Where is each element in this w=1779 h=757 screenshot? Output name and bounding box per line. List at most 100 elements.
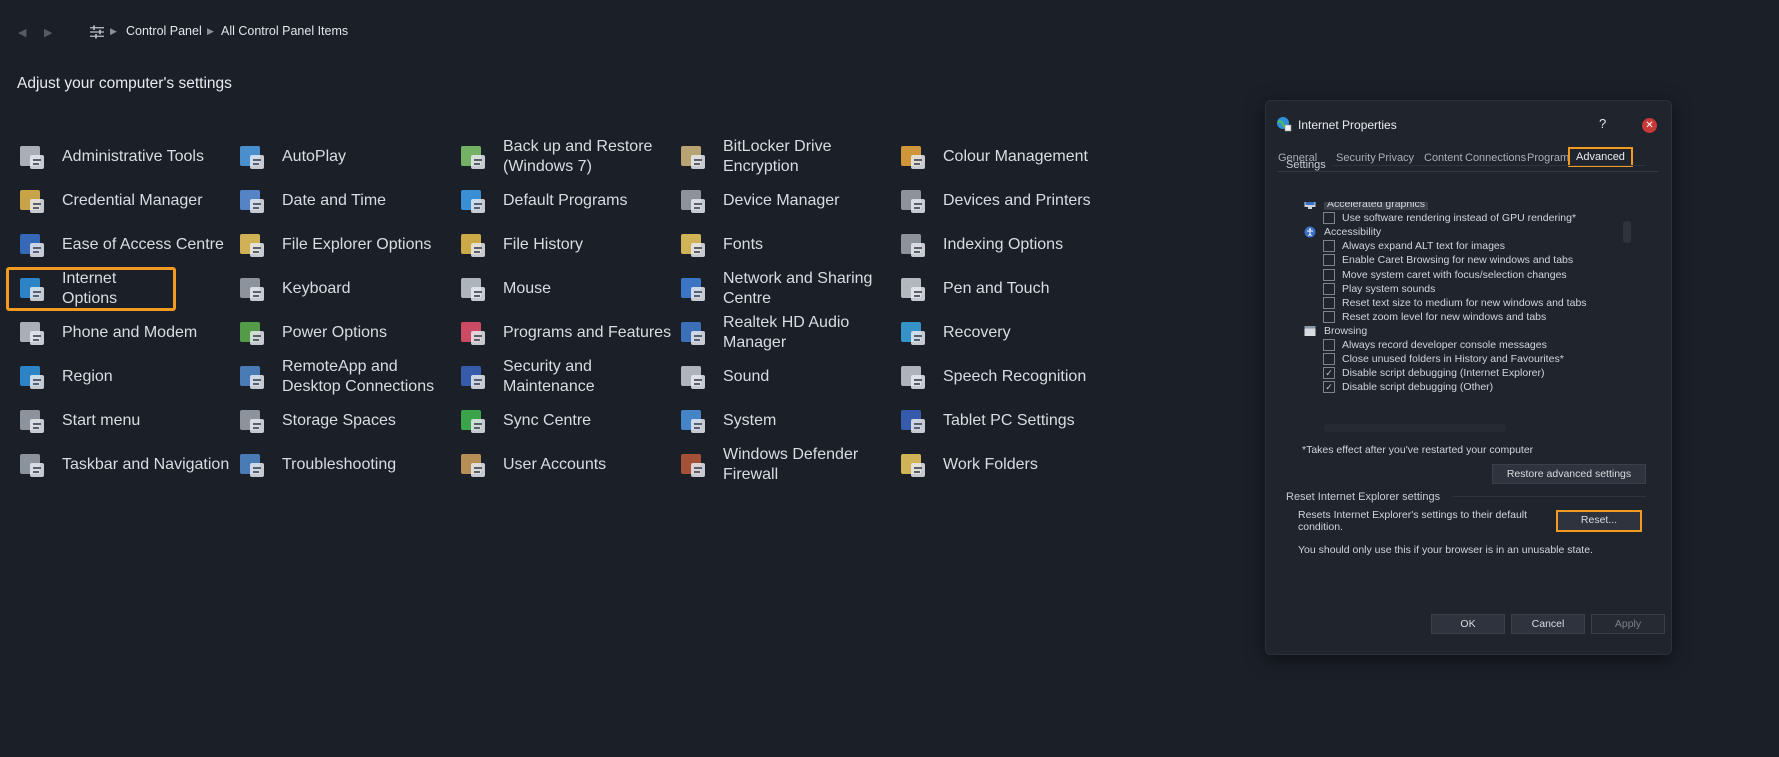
checkbox[interactable] (1323, 339, 1335, 351)
item-keyboard[interactable]: Keyboard (228, 266, 468, 312)
item-back-up-and-restore-windows-7[interactable]: Back up and Restore (Windows 7) (449, 134, 689, 180)
tab-content[interactable]: Content (1424, 152, 1463, 164)
indexing-options-icon (897, 229, 929, 261)
item-security-and-maintenance[interactable]: Security and Maintenance (449, 354, 689, 400)
item-remoteapp-and-desktop-connections[interactable]: RemoteApp and Desktop Connections (228, 354, 468, 400)
vertical-scrollbar[interactable] (1623, 221, 1631, 243)
ok-button[interactable]: OK (1431, 614, 1505, 634)
back-up-and-restore-windows-7-icon (457, 141, 489, 173)
storage-spaces-icon (236, 405, 268, 437)
forward-arrow-icon[interactable]: ▶ (44, 26, 52, 39)
checkbox[interactable]: ✓ (1323, 367, 1335, 380)
item-internet-options[interactable]: Internet Options (6, 267, 176, 311)
work-folders-icon (897, 449, 929, 481)
item-windows-defender-firewall[interactable]: Windows Defender Firewall (669, 442, 909, 488)
dialog-title: Internet Properties (1298, 118, 1397, 132)
item-label: Devices and Printers (943, 192, 1091, 209)
checkbox[interactable] (1323, 254, 1335, 267)
advanced-settings-tree[interactable]: Accelerated graphics Use software renderi… (1304, 202, 1644, 402)
item-sound[interactable]: Sound (669, 354, 909, 400)
cancel-button[interactable]: Cancel (1511, 614, 1585, 634)
item-fonts[interactable]: Fonts (669, 222, 909, 268)
item-devices-and-printers[interactable]: Devices and Printers (889, 178, 1129, 224)
item-work-folders[interactable]: Work Folders (889, 442, 1129, 488)
checkbox[interactable] (1323, 310, 1335, 323)
item-file-explorer-options[interactable]: File Explorer Options (228, 222, 468, 268)
tab-security[interactable]: Security (1336, 152, 1376, 164)
taskbar-and-navigation-icon (16, 449, 48, 481)
item-user-accounts[interactable]: User Accounts (449, 442, 689, 488)
item-label: Speech Recognition (943, 368, 1087, 385)
close-icon[interactable]: ✕ (1642, 118, 1657, 133)
item-pen-and-touch[interactable]: Pen and Touch (889, 266, 1129, 312)
chevron-right-icon: ▶ (207, 26, 214, 36)
file-history-icon (457, 229, 489, 261)
item-device-manager[interactable]: Device Manager (669, 178, 909, 224)
item-indexing-options[interactable]: Indexing Options (889, 222, 1129, 268)
item-administrative-tools[interactable]: Administrative Tools (8, 134, 248, 180)
item-phone-and-modem[interactable]: Phone and Modem (8, 310, 248, 356)
item-label: RemoteApp and Desktop Connections (282, 358, 435, 395)
item-file-history[interactable]: File History (449, 222, 689, 268)
item-colour-management[interactable]: Colour Management (889, 134, 1129, 180)
realtek-hd-audio-manager-icon (677, 317, 709, 349)
checkbox[interactable] (1323, 353, 1335, 366)
item-system[interactable]: System (669, 398, 909, 444)
setting-label: Use software rendering instead of GPU re… (1342, 212, 1577, 225)
checkbox[interactable] (1323, 240, 1335, 253)
breadcrumb-control-panel[interactable]: Control Panel (126, 24, 202, 38)
item-autoplay[interactable]: AutoPlay (228, 134, 468, 180)
setting-label: Play system sounds (1342, 282, 1436, 295)
item-ease-of-access-centre[interactable]: Ease of Access Centre (8, 222, 248, 268)
item-date-and-time[interactable]: Date and Time (228, 178, 468, 224)
window-icon (1304, 325, 1316, 336)
item-storage-spaces[interactable]: Storage Spaces (228, 398, 468, 444)
item-label: Region (62, 368, 113, 385)
help-button[interactable]: ? (1599, 116, 1606, 131)
control-panel-icon[interactable] (89, 24, 105, 40)
checkbox[interactable]: ✓ (1323, 381, 1335, 394)
item-region[interactable]: Region (8, 354, 248, 400)
item-programs-and-features[interactable]: Programs and Features (449, 310, 689, 356)
item-label: Back up and Restore (Windows 7) (503, 138, 653, 175)
item-bitlocker-drive-encryption[interactable]: BitLocker Drive Encryption (669, 134, 909, 180)
file-explorer-options-icon (236, 229, 268, 261)
item-realtek-hd-audio-manager[interactable]: Realtek HD Audio Manager (669, 310, 909, 356)
back-arrow-icon[interactable]: ◀ (18, 26, 26, 39)
item-recovery[interactable]: Recovery (889, 310, 1129, 356)
item-label: Credential Manager (62, 192, 203, 209)
horizontal-scrollbar[interactable] (1324, 424, 1506, 432)
item-network-and-sharing-centre[interactable]: Network and Sharing Centre (669, 266, 909, 312)
tab-advanced[interactable]: Advanced (1568, 147, 1633, 167)
item-credential-manager[interactable]: Credential Manager (8, 178, 248, 224)
checkbox[interactable] (1323, 268, 1335, 281)
setting-label: Disable script debugging (Internet Explo… (1342, 367, 1545, 380)
apply-button[interactable]: Apply (1591, 614, 1665, 634)
item-taskbar-and-navigation[interactable]: Taskbar and Navigation (8, 442, 248, 488)
item-speech-recognition[interactable]: Speech Recognition (889, 354, 1129, 400)
control-panel-items: Administrative Tools AutoPlay Back up and … (6, 138, 1260, 539)
tab-connections[interactable]: Connections (1465, 152, 1526, 164)
tab-divider (1278, 171, 1658, 172)
setting-disable-script-debugging-other[interactable]: ✓ Disable script debugging (Other) (1323, 379, 1493, 395)
item-troubleshooting[interactable]: Troubleshooting (228, 442, 468, 488)
item-mouse[interactable]: Mouse (449, 266, 689, 312)
checkbox[interactable] (1323, 296, 1335, 309)
item-sync-centre[interactable]: Sync Centre (449, 398, 689, 444)
item-tablet-pc-settings[interactable]: Tablet PC Settings (889, 398, 1129, 444)
item-default-programs[interactable]: Default Programs (449, 178, 689, 224)
restore-advanced-settings-button[interactable]: Restore advanced settings (1492, 464, 1646, 484)
tab-privacy[interactable]: Privacy (1378, 152, 1414, 164)
checkbox[interactable] (1323, 282, 1335, 295)
item-power-options[interactable]: Power Options (228, 310, 468, 356)
checkbox[interactable] (1323, 212, 1335, 225)
setting-label: Reset text size to medium for new window… (1342, 296, 1587, 309)
setting-label: Enable Caret Browsing for new windows an… (1342, 254, 1574, 267)
item-label: Work Folders (943, 456, 1038, 473)
breadcrumb-all-items[interactable]: All Control Panel Items (221, 24, 348, 38)
reset-button[interactable]: Reset... (1556, 510, 1642, 532)
troubleshooting-icon (236, 449, 268, 481)
item-label: Indexing Options (943, 236, 1064, 253)
item-start-menu[interactable]: Start menu (8, 398, 248, 444)
item-label: Taskbar and Navigation (62, 456, 230, 473)
